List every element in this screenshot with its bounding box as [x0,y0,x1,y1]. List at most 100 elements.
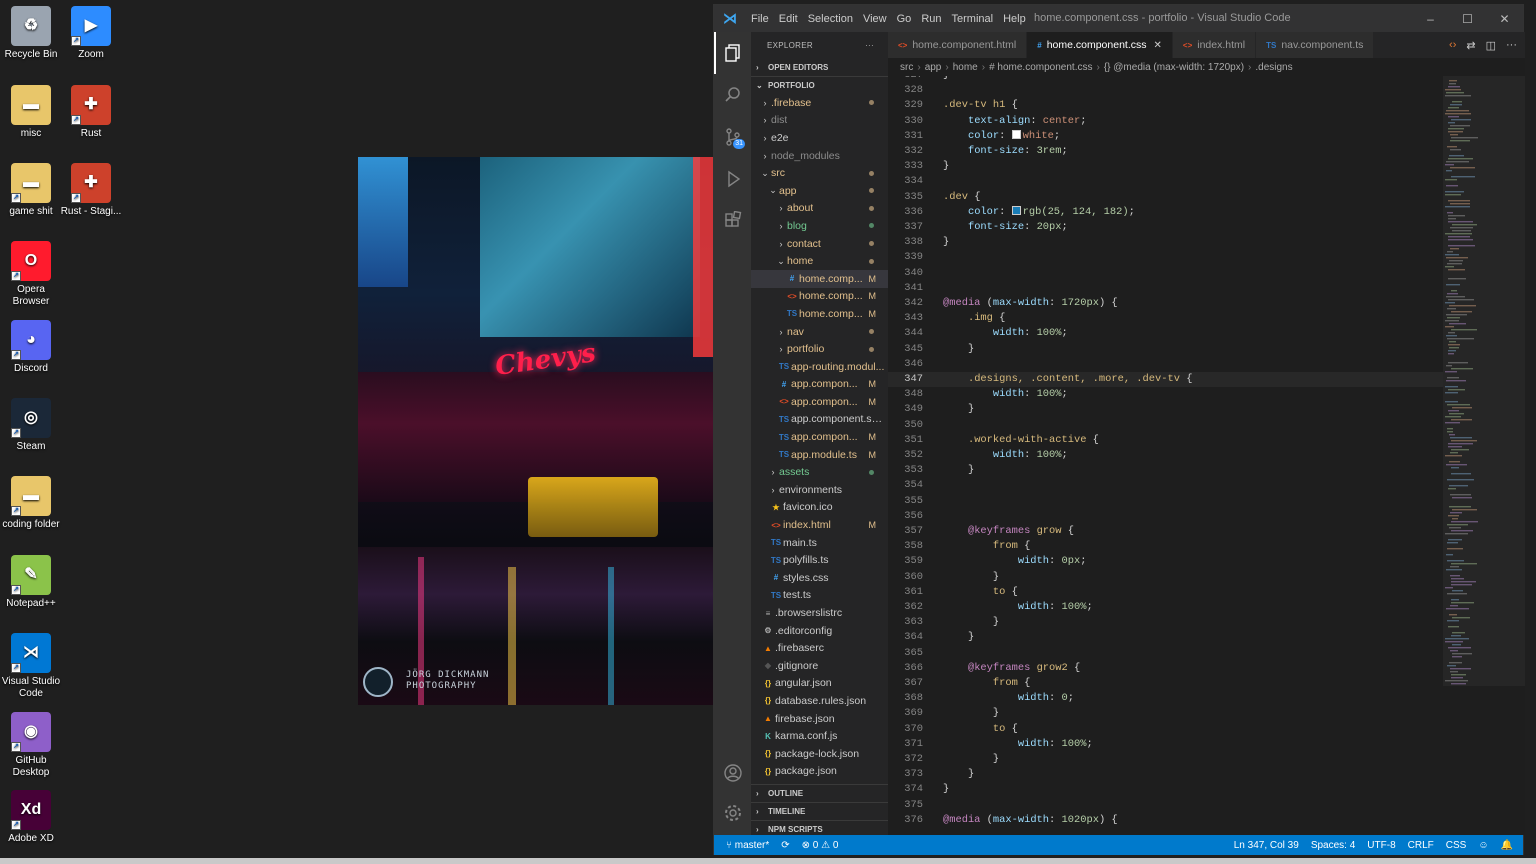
desktop-icon[interactable]: ◕ ↗ Discord [0,320,62,375]
tree-folder[interactable]: › e2e [751,129,888,147]
tree-folder[interactable]: › node_modules [751,147,888,165]
more-actions-button[interactable]: ··· [865,41,874,50]
tree-file[interactable]: TS app.component.sp... [751,411,888,429]
tree-file[interactable]: TS main.ts [751,534,888,552]
desktop-icon[interactable]: ▬ ↗ coding folder [0,476,62,531]
desktop-icon[interactable]: ♻ Recycle Bin [0,6,62,61]
npm-scripts-section[interactable]: › NPM SCRIPTS [751,820,888,835]
tree-file[interactable]: {} database.rules.json [751,692,888,710]
minimize-button[interactable]: – [1412,5,1449,32]
tree-file[interactable]: ▲ .firebaserc [751,639,888,657]
tree-folder[interactable]: › nav [751,323,888,341]
breadcrumb-item[interactable]: app [925,62,942,73]
minimap-viewport-slider[interactable] [1443,76,1525,686]
open-editors-section[interactable]: › OPEN EDITORS [751,58,888,76]
breadcrumb-item[interactable]: home [953,62,978,73]
portfolio-section[interactable]: ⌄ PORTFOLIO [751,76,888,94]
breadcrumb-item[interactable]: # home.component.css [989,62,1092,73]
problems-indicator[interactable]: ⊗ 0 ⚠ 0 [802,840,839,851]
sync-icon[interactable]: ⟳ [781,840,789,851]
search-icon[interactable] [714,74,751,116]
explorer-icon[interactable] [714,32,751,74]
desktop-icon[interactable]: ✚ ↗ Rust [60,85,122,140]
tree-file[interactable]: TS test.ts [751,587,888,605]
tree-file[interactable]: TS polyfills.ts [751,551,888,569]
extensions-icon[interactable] [714,200,751,242]
settings-gear-icon[interactable] [714,792,751,834]
source-control-icon[interactable]: 31 [714,116,751,158]
accounts-icon[interactable] [714,752,751,794]
breadcrumb-item[interactable]: .designs [1255,62,1292,73]
tree-file[interactable]: TS app-routing.modul... [751,358,888,376]
desktop-icon[interactable]: ▬ misc [0,85,62,140]
menu-view[interactable]: View [858,13,892,25]
tree-file[interactable]: {} angular.json [751,675,888,693]
tree-file[interactable]: <> index.html M [751,516,888,534]
tree-folder[interactable]: › blog [751,217,888,235]
indentation[interactable]: Spaces: 4 [1311,840,1355,851]
tree-folder[interactable]: › assets [751,463,888,481]
desktop-icon[interactable]: ▶ ↗ Zoom [60,6,122,61]
menu-edit[interactable]: Edit [774,13,803,25]
menu-file[interactable]: File [746,13,774,25]
split-editor-icon[interactable]: ◫ [1486,39,1496,52]
tree-folder[interactable]: › environments [751,481,888,499]
tree-file[interactable]: # styles.css [751,569,888,587]
desktop-icon[interactable]: O ↗ Opera Browser [0,241,62,308]
encoding[interactable]: UTF-8 [1367,840,1395,851]
tree-file[interactable]: TS home.comp... M [751,305,888,323]
breadcrumb-item[interactable]: {} @media (max-width: 1720px) [1104,62,1244,73]
cursor-position[interactable]: Ln 347, Col 39 [1234,840,1299,851]
tree-file[interactable]: # app.compon... M [751,376,888,394]
line-endings[interactable]: CRLF [1408,840,1434,851]
minimap[interactable] [1443,76,1525,835]
desktop-icon[interactable]: ✎ ↗ Notepad++ [0,555,62,610]
tree-file[interactable]: TS app.module.ts M [751,446,888,464]
tree-file[interactable]: ◆ .gitignore [751,657,888,675]
desktop-icon[interactable]: ✚ ↗ Rust - Stagi... [60,163,122,218]
menu-run[interactable]: Run [916,13,946,25]
tree-file[interactable]: ⚙ .editorconfig [751,622,888,640]
tree-file[interactable]: ≡ .browserslistrc [751,604,888,622]
tree-folder[interactable]: › .firebase [751,94,888,112]
desktop-icon[interactable]: ▬ ↗ game shit [0,163,62,218]
notifications-bell-icon[interactable]: 🔔 [1501,840,1513,851]
tree-folder[interactable]: › about [751,200,888,218]
menu-go[interactable]: Go [892,13,917,25]
maximize-button[interactable]: ☐ [1449,5,1486,32]
git-branch[interactable]: ⑂ master* [726,840,769,851]
open-preview-icon[interactable]: ‹› [1449,39,1456,51]
breadcrumb-item[interactable]: src [900,62,913,73]
tree-folder[interactable]: ⌄ app [751,182,888,200]
tree-folder[interactable]: ⌄ home [751,252,888,270]
tree-folder[interactable]: ⌄ src [751,164,888,182]
menu-help[interactable]: Help [998,13,1031,25]
close-button[interactable]: ✕ [1486,5,1523,32]
tree-file[interactable]: {} package.json [751,763,888,781]
editor-tab[interactable]: <> home.component.html [888,32,1028,58]
tree-file[interactable]: <> home.comp... M [751,288,888,306]
outline-section[interactable]: › OUTLINE [751,784,888,802]
desktop-icon[interactable]: ◉ ↗ GitHub Desktop [0,712,62,779]
tree-file[interactable]: ▲ firebase.json [751,710,888,728]
tree-folder[interactable]: › dist [751,112,888,130]
more-actions-icon[interactable]: ··· [1506,39,1517,51]
code-view[interactable]: 327}328329.dev-tv h1 {330 text-align: ce… [888,76,1443,835]
tree-folder[interactable]: › portfolio [751,340,888,358]
close-tab-icon[interactable]: ✕ [1154,40,1162,51]
desktop-icon[interactable]: ◎ ↗ Steam [0,398,62,453]
desktop-icon[interactable]: ⋊ ↗ Visual Studio Code [0,633,62,700]
tree-file[interactable]: <> app.compon... M [751,393,888,411]
tree-file[interactable]: Kkarma.conf.js [751,727,888,745]
editor-tab[interactable]: TS nav.component.ts [1256,32,1375,58]
desktop-icon[interactable]: Xd ↗ Adobe XD [0,790,62,845]
language-mode[interactable]: CSS [1446,840,1467,851]
tree-file[interactable]: TS app.compon... M [751,428,888,446]
timeline-section[interactable]: › TIMELINE [751,802,888,820]
editor-tab[interactable]: <> index.html [1172,32,1257,58]
menu-terminal[interactable]: Terminal [947,13,999,25]
tree-folder[interactable]: › contact [751,235,888,253]
menu-selection[interactable]: Selection [803,13,858,25]
tree-file[interactable]: ★ favicon.ico [751,499,888,517]
run-debug-icon[interactable] [714,158,751,200]
